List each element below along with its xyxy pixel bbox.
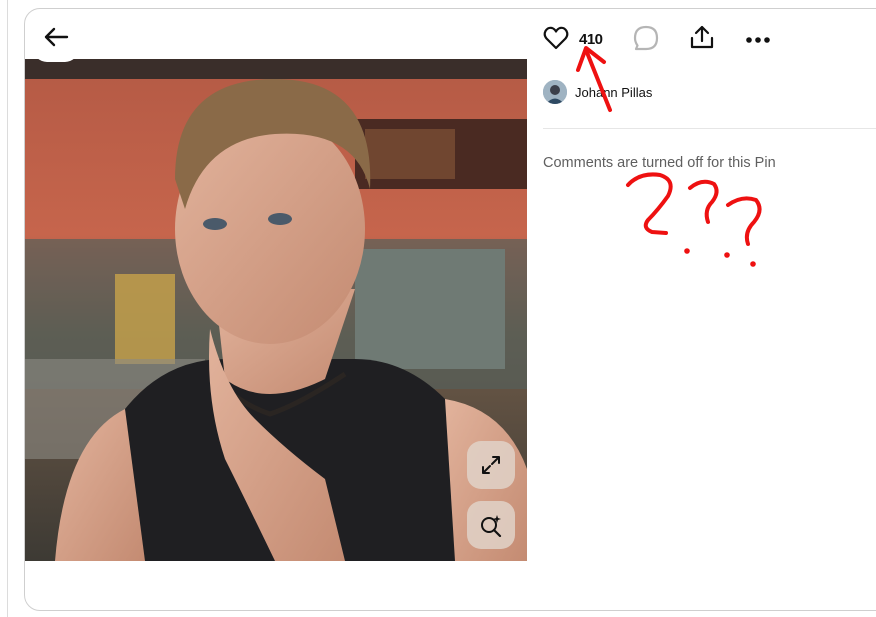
arrow-left-icon: [43, 27, 69, 52]
comment-button[interactable]: [630, 24, 662, 56]
back-button[interactable]: [33, 16, 79, 62]
heart-icon: [543, 26, 569, 55]
expand-button[interactable]: [467, 441, 515, 489]
expand-icon: [479, 453, 503, 477]
pin-author[interactable]: Johann Pillas: [543, 80, 652, 104]
comment-bubble-icon: [633, 25, 659, 56]
visual-search-icon: [479, 513, 503, 537]
comments-disabled-notice: Comments are turned off for this Pin: [543, 155, 776, 171]
page-left-rule: [7, 0, 8, 617]
more-options-button[interactable]: [742, 24, 774, 56]
pin-photo: [25, 59, 527, 561]
divider: [543, 128, 876, 129]
avatar[interactable]: [543, 80, 567, 104]
author-name[interactable]: Johann Pillas: [575, 85, 652, 100]
visual-search-button[interactable]: [467, 501, 515, 549]
more-dots-icon: [745, 31, 771, 49]
share-upload-icon: [689, 24, 715, 55]
like-button[interactable]: [540, 24, 572, 56]
pin-image[interactable]: [25, 59, 527, 561]
like-count[interactable]: 410: [579, 31, 603, 48]
share-button[interactable]: [686, 23, 718, 55]
